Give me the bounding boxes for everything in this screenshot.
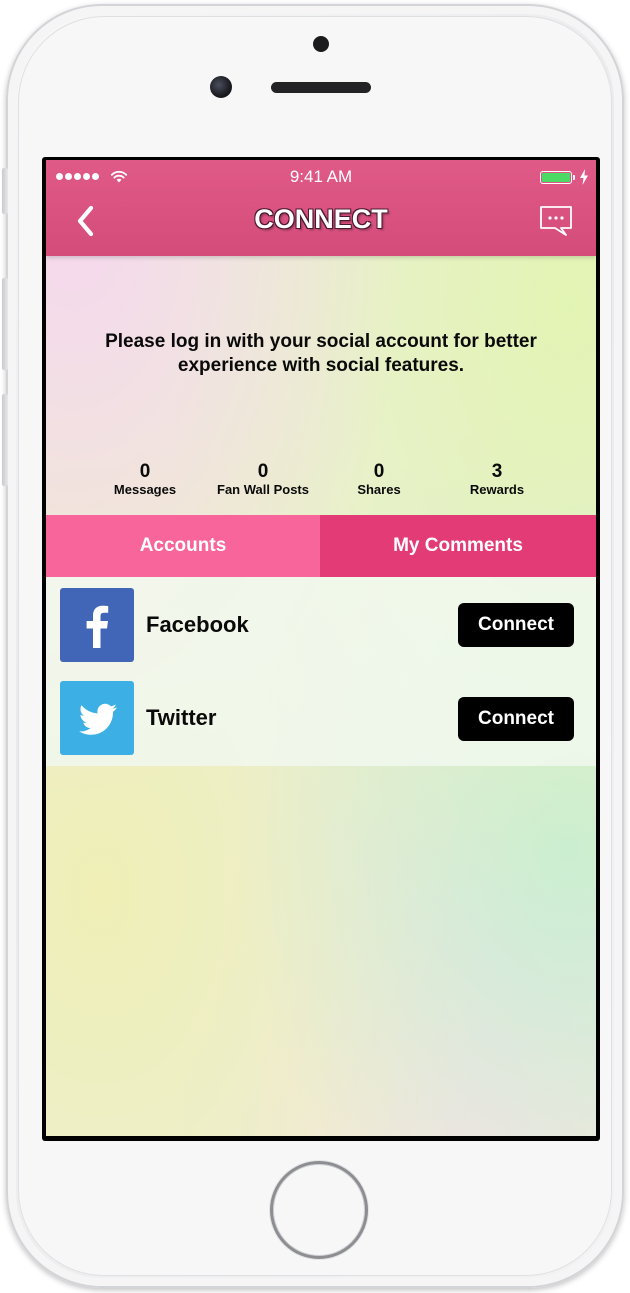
account-name: Twitter: [146, 705, 217, 730]
stat-value: 0: [373, 461, 385, 482]
stat-fan-wall-posts: 0 Fan Wall Posts: [204, 462, 322, 498]
volume-up-button: [2, 278, 8, 370]
proximity-sensor: [313, 36, 329, 52]
tab-accounts[interactable]: Accounts: [46, 515, 320, 577]
tab-bar: Accounts My Comments: [46, 515, 596, 577]
navigation-bar: 9:41 AM CONNECT: [46, 160, 596, 256]
earpiece-speaker: [271, 82, 371, 93]
list-item-twitter: Twitter Connect: [46, 671, 596, 764]
home-button[interactable]: [270, 1161, 368, 1259]
login-prompt: Please log in with your social account f…: [105, 331, 537, 376]
mute-switch: [2, 168, 8, 214]
stat-label: Fan Wall Posts: [217, 482, 309, 497]
chat-bubble-icon[interactable]: [538, 204, 574, 238]
charging-bolt-icon: [580, 169, 588, 185]
list-item-facebook: Facebook Connect: [46, 577, 596, 670]
stat-label: Messages: [113, 482, 177, 497]
facebook-connect-button[interactable]: Connect: [458, 603, 574, 647]
battery-level: [542, 173, 570, 182]
stat-label: Shares: [357, 482, 401, 497]
clock: 9:41 AM: [289, 167, 353, 186]
status-bar: 9:41 AM: [46, 160, 596, 194]
tab-my-comments[interactable]: My Comments: [320, 515, 596, 577]
front-camera: [210, 76, 232, 98]
battery-icon: [540, 171, 572, 184]
app-screen: 9:41 AM CONNECT Please log in with your …: [46, 160, 596, 1136]
volume-down-button: [2, 394, 8, 486]
stats-row: 0 Messages 0 Fan Wall Posts 0 Shares 3 R…: [86, 462, 556, 502]
stat-value: 0: [257, 461, 269, 482]
twitter-icon: [60, 681, 134, 755]
stat-value: 3: [491, 461, 503, 482]
page-title: CONNECT: [254, 204, 388, 234]
stat-shares: 0 Shares: [320, 462, 438, 498]
stat-rewards: 3 Rewards: [438, 462, 556, 498]
accounts-list: Facebook Connect Twitter Connect: [46, 577, 596, 766]
stat-value: 0: [139, 461, 151, 482]
stat-messages: 0 Messages: [86, 462, 204, 498]
stat-label: Rewards: [469, 482, 525, 497]
twitter-connect-button[interactable]: Connect: [458, 697, 574, 741]
account-name: Facebook: [146, 612, 249, 637]
battery-tip: [573, 175, 575, 180]
facebook-icon: [60, 588, 134, 662]
